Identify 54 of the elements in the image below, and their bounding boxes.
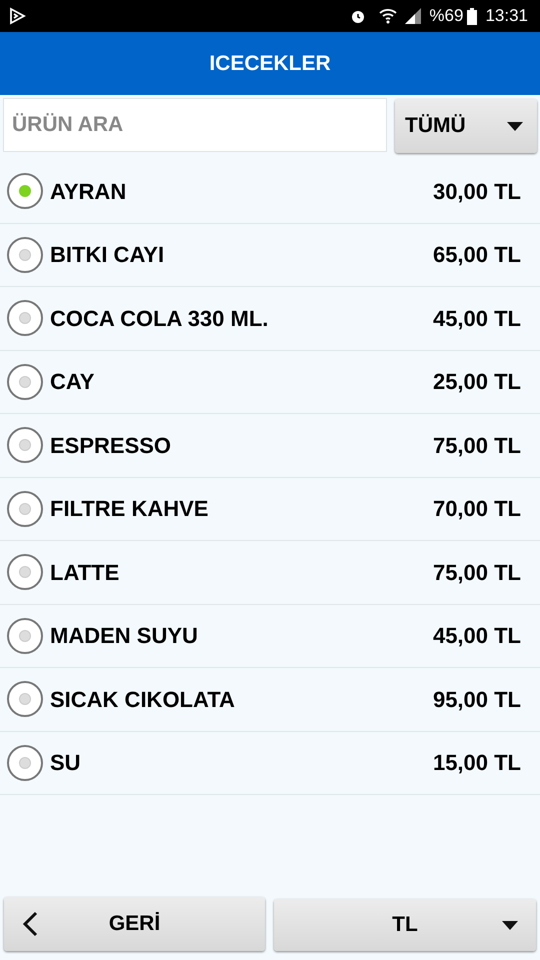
battery-icon (467, 8, 478, 24)
battery-percent: %69 (429, 5, 464, 28)
search-field[interactable]: ÜRÜN ARA (3, 98, 387, 152)
product-price: 75,00 TL (432, 558, 521, 587)
product-row[interactable]: SU 15,00 TL (0, 732, 540, 795)
product-row[interactable]: AYRAN 30,00 TL (0, 160, 540, 224)
radio-button[interactable] (7, 300, 43, 336)
play-icon (8, 7, 26, 25)
radio-button[interactable] (7, 681, 43, 718)
product-name: BITKI CAYI (50, 241, 166, 270)
product-name: SICAK CIKOLATA (50, 686, 236, 714)
product-price: 15,00 TL (432, 749, 521, 778)
product-name: SU (50, 749, 82, 778)
product-row[interactable]: ESPRESSO 75,00 TL (0, 414, 540, 478)
currency-dropdown[interactable]: TL (274, 899, 536, 951)
product-row[interactable]: FILTRE KAHVE 70,00 TL (0, 478, 540, 541)
page-title: ICECEKLER (209, 50, 331, 77)
dropdown-caret-icon (507, 122, 523, 130)
radio-button[interactable] (7, 427, 43, 464)
product-name: LATTE (50, 558, 120, 587)
product-name: AYRAN (50, 178, 128, 206)
wifi-icon (379, 8, 398, 24)
product-name: COCA COLA 330 ML. (50, 304, 270, 333)
product-price: 25,00 TL (432, 368, 521, 396)
radio-button[interactable] (7, 744, 43, 781)
dropdown-caret-icon (502, 921, 518, 930)
product-row[interactable]: SICAK CIKOLATA 95,00 TL (0, 668, 540, 732)
product-price: 30,00 TL (432, 178, 521, 206)
back-button[interactable]: GERİ (4, 897, 265, 951)
product-name: CAY (50, 368, 96, 396)
product-price: 45,00 TL (432, 622, 521, 650)
category-dropdown[interactable]: TÜMÜ (395, 99, 537, 153)
radio-button[interactable] (7, 618, 43, 654)
product-row[interactable]: LATTE 75,00 TL (0, 541, 540, 604)
radio-button[interactable] (7, 490, 43, 527)
radio-button[interactable] (7, 364, 43, 400)
product-price: 95,00 TL (432, 686, 521, 714)
product-row[interactable]: BITKI CAYI 65,00 TL (0, 224, 540, 287)
clock: 13:31 (485, 5, 528, 28)
signal-icon (405, 8, 422, 24)
product-row[interactable]: COCA COLA 330 ML. 45,00 TL (0, 287, 540, 350)
product-row[interactable]: MADEN SUYU 45,00 TL (0, 604, 540, 668)
product-name: MADEN SUYU (50, 622, 199, 650)
product-price: 45,00 TL (432, 304, 521, 333)
product-price: 65,00 TL (432, 241, 521, 270)
product-row[interactable]: CAY 25,00 TL (0, 350, 540, 414)
radio-button[interactable] (7, 236, 43, 273)
radio-button[interactable] (7, 554, 43, 590)
product-name: ESPRESSO (50, 432, 172, 460)
product-name: FILTRE KAHVE (50, 495, 210, 524)
product-price: 70,00 TL (432, 495, 521, 524)
product-price: 75,00 TL (432, 432, 521, 460)
radio-button[interactable] (7, 173, 43, 210)
chevron-left-icon (22, 911, 38, 937)
